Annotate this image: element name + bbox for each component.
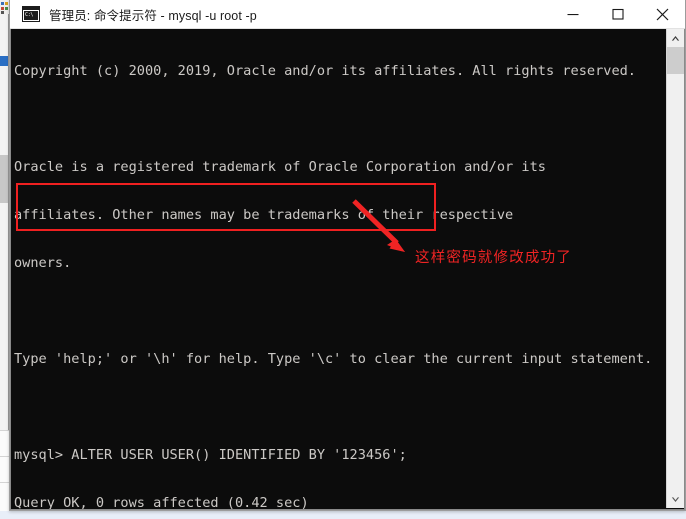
background-window-panel [0,430,9,511]
background-window-toolbar [0,0,9,14]
maximize-button[interactable] [595,0,640,29]
window-controls [550,0,685,29]
terminal-command-line: mysql> ALTER USER USER() IDENTIFIED BY '… [14,447,407,463]
title-bar[interactable]: C:\ 管理员: 命令提示符 - mysql -u root -p [10,0,685,29]
terminal-line: affiliates. Other names may be trademark… [14,207,514,223]
background-toolbar-chip [1,11,4,14]
terminal-output[interactable]: Copyright (c) 2000, 2019, Oracle and/or … [11,29,666,509]
command-prompt-window: C:\ 管理员: 命令提示符 - mysql -u root -p Copyri… [9,0,686,511]
background-window-divider [0,482,9,483]
scroll-down-arrow-icon[interactable] [667,490,684,508]
minimize-button[interactable] [550,0,595,29]
desktop-background: C:\ 管理员: 命令提示符 - mysql -u root -p Copyri… [0,0,686,519]
close-button[interactable] [640,0,685,29]
cmd-console-icon-glyph: C:\ [24,11,38,20]
background-toolbar-chip [5,2,8,5]
background-window-sliver[interactable] [0,0,9,511]
terminal-result-line: Query OK, 0 rows affected (0.42 sec) [14,495,309,510]
background-window-selection [0,155,8,203]
terminal-line: Copyright (c) 2000, 2019, Oracle and/or … [14,63,636,79]
background-toolbar-chip [5,7,8,10]
terminal-line: Oracle is a registered trademark of Orac… [14,159,546,175]
terminal-line: Type 'help;' or '\h' for help. Type '\c'… [14,351,653,367]
background-toolbar-chip [1,7,4,10]
scrollbar-thumb[interactable] [667,47,684,74]
background-window-accent [0,56,8,66]
window-title: 管理员: 命令提示符 - mysql -u root -p [49,8,257,23]
terminal-line: owners. [14,255,72,271]
background-window-divider [0,456,9,457]
scroll-up-arrow-icon[interactable] [667,29,684,47]
console-body[interactable]: Copyright (c) 2000, 2019, Oracle and/or … [10,29,685,510]
vertical-scrollbar[interactable] [666,29,684,508]
background-window-divider [0,430,9,431]
background-toolbar-chip [1,2,4,5]
cmd-console-icon: C:\ [22,6,40,22]
